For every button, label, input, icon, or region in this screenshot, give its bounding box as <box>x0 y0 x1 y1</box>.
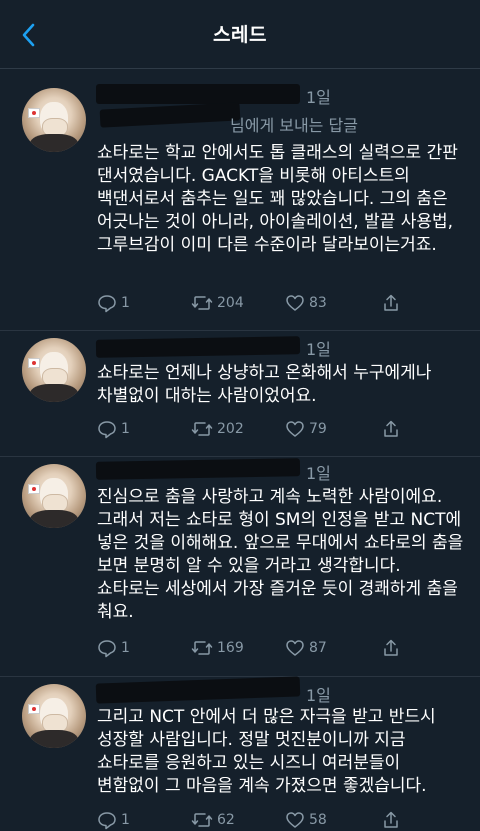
reply-icon <box>98 295 116 313</box>
avatar[interactable] <box>22 684 86 748</box>
retweet-button[interactable]: 169 <box>191 636 244 660</box>
retweet-count: 204 <box>217 295 244 311</box>
redacted-username <box>95 336 301 358</box>
retweet-button[interactable]: 62 <box>191 808 235 831</box>
tweet-text: 쇼타로는 언제나 상냥하고 온화해서 누구에게나 차별없이 대하는 사람이었어요… <box>97 363 432 406</box>
like-count: 58 <box>309 812 327 828</box>
like-button[interactable]: 58 <box>285 808 327 831</box>
retweet-count: 169 <box>217 640 244 656</box>
header-bar: 스레드 <box>0 0 480 69</box>
tweet-divider <box>0 330 480 331</box>
tweet-actions: 1 169 87 <box>97 636 477 660</box>
share-button[interactable] <box>381 808 401 831</box>
page-title: 스레드 <box>213 24 267 46</box>
avatar[interactable] <box>22 88 86 152</box>
redacted-username <box>95 458 301 480</box>
redacted-handle <box>99 102 241 128</box>
tweet-divider <box>0 676 480 677</box>
reply-button[interactable]: 1 <box>97 417 130 441</box>
like-button[interactable]: 79 <box>285 417 327 441</box>
retweet-count: 202 <box>217 421 244 437</box>
reply-count: 1 <box>121 421 130 437</box>
tweet-time[interactable]: 1일 <box>306 336 331 360</box>
reply-count: 1 <box>121 640 130 656</box>
tweet-divider <box>0 456 480 457</box>
avatar[interactable] <box>22 338 86 402</box>
like-button[interactable]: 87 <box>285 636 327 660</box>
avatar[interactable] <box>22 464 86 528</box>
heart-icon <box>286 421 304 437</box>
heart-icon <box>286 812 304 828</box>
heart-icon <box>286 295 304 311</box>
tweet-time[interactable]: 1일 <box>306 460 331 484</box>
tweet-actions: 1 204 83 <box>97 291 477 315</box>
redacted-username <box>96 84 300 104</box>
like-count: 87 <box>309 640 327 656</box>
reply-button[interactable]: 1 <box>97 808 130 831</box>
tweet-actions: 1 62 58 <box>97 808 477 831</box>
reply-icon <box>98 421 116 439</box>
heart-icon <box>286 640 304 656</box>
like-count: 83 <box>309 295 327 311</box>
retweet-button[interactable]: 202 <box>191 417 244 441</box>
share-icon <box>384 811 398 828</box>
redacted-username <box>95 676 301 704</box>
tweet-text: 진심으로 춤을 사랑하고 계속 노력한 사람이에요. 그래서 저는 쇼타로 형이… <box>97 487 464 622</box>
tweet-text: 쇼타로는 학교 안에서도 톱 클래스의 실력으로 간판 댄서였습니다. GACK… <box>97 143 458 255</box>
tweet-text: 그리고 NCT 안에서 더 많은 자극을 받고 반드시 성장할 사람입니다. 정… <box>97 707 436 796</box>
tweet-actions: 1 202 79 <box>97 417 477 441</box>
share-button[interactable] <box>381 417 401 441</box>
reply-button[interactable]: 1 <box>97 291 130 315</box>
share-button[interactable] <box>381 636 401 660</box>
reply-count: 1 <box>121 295 130 311</box>
retweet-icon <box>191 296 213 310</box>
tweet-time[interactable]: 1일 <box>306 84 331 108</box>
reply-button[interactable]: 1 <box>97 636 130 660</box>
reply-icon <box>98 640 116 658</box>
retweet-button[interactable]: 204 <box>191 291 244 315</box>
share-icon <box>384 420 398 437</box>
tweet-time[interactable]: 1일 <box>306 682 331 706</box>
retweet-count: 62 <box>217 812 235 828</box>
reply-to-label[interactable]: 님에게 보내는 답글 <box>230 112 358 136</box>
reply-count: 1 <box>121 812 130 828</box>
share-button[interactable] <box>381 291 401 315</box>
like-button[interactable]: 83 <box>285 291 327 315</box>
share-icon <box>384 294 398 311</box>
retweet-icon <box>191 422 213 436</box>
reply-icon <box>98 812 116 830</box>
share-icon <box>384 639 398 656</box>
like-count: 79 <box>309 421 327 437</box>
retweet-icon <box>191 641 213 655</box>
retweet-icon <box>191 813 213 827</box>
